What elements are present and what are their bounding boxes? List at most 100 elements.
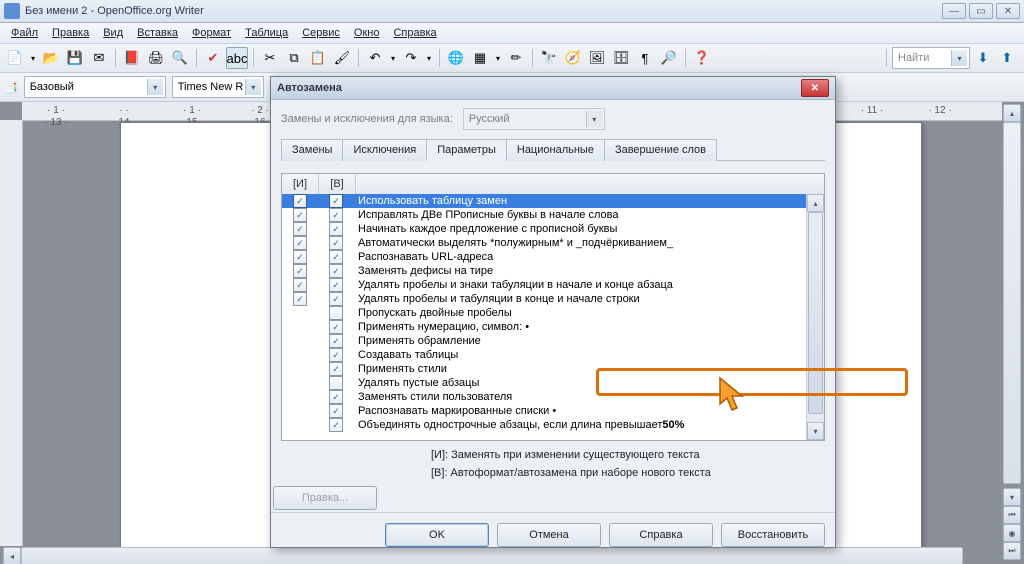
print-icon[interactable]: 🖨: [145, 47, 167, 69]
option-row[interactable]: Пропускать двойные пробелы: [282, 306, 807, 320]
option-row[interactable]: ✓Заменять стили пользователя: [282, 390, 807, 404]
help-icon[interactable]: ❓: [691, 47, 713, 69]
navigator-icon[interactable]: 🧭: [562, 47, 584, 69]
dropdown-icon[interactable]: ▾: [424, 47, 434, 69]
scroll-down-icon[interactable]: ▾: [807, 422, 824, 440]
option-row[interactable]: ✓Распознавать маркированные списки •: [282, 404, 807, 418]
font-name-combo[interactable]: Times New R▾: [172, 76, 264, 98]
pdf-icon[interactable]: 📕: [121, 47, 143, 69]
new-doc-icon[interactable]: 📄: [4, 47, 26, 69]
menu-help[interactable]: Справка: [386, 25, 443, 41]
preview-icon[interactable]: 🔍: [169, 47, 191, 69]
menu-format[interactable]: Формат: [185, 25, 238, 41]
col-header-m[interactable]: [И]: [282, 174, 319, 194]
find-icon[interactable]: 🔭: [538, 47, 560, 69]
checkbox-t[interactable]: ✓: [329, 208, 343, 222]
checkbox-t[interactable]: ✓: [329, 292, 343, 306]
checkbox-m[interactable]: ✓: [293, 194, 307, 208]
scroll-thumb[interactable]: [808, 212, 823, 414]
checkbox-t[interactable]: ✓: [329, 418, 343, 432]
tab-localized[interactable]: Национальные: [506, 139, 605, 161]
menu-tools[interactable]: Сервис: [295, 25, 347, 41]
option-row[interactable]: ✓✓Использовать таблицу замен: [282, 194, 807, 208]
reset-button[interactable]: Восстановить: [721, 523, 825, 547]
menu-edit[interactable]: Правка: [45, 25, 96, 41]
checkbox-t[interactable]: ✓: [329, 320, 343, 334]
open-icon[interactable]: 📂: [40, 47, 62, 69]
checkbox-t[interactable]: ✓: [329, 348, 343, 362]
minimize-button[interactable]: —: [942, 3, 966, 19]
option-row[interactable]: ✓✓Распознавать URL-адреса: [282, 250, 807, 264]
scroll-down-button[interactable]: ▾: [1003, 488, 1021, 506]
option-row[interactable]: Удалять пустые абзацы: [282, 376, 807, 390]
datasource-icon[interactable]: 🗄: [610, 47, 632, 69]
checkbox-t[interactable]: ✓: [329, 390, 343, 404]
checkbox-t[interactable]: ✓: [329, 278, 343, 292]
auto-spell-icon[interactable]: abc: [226, 47, 248, 69]
col-header-text[interactable]: [356, 174, 824, 194]
tab-wordcompletion[interactable]: Завершение слов: [604, 139, 717, 161]
menu-insert[interactable]: Вставка: [130, 25, 185, 41]
paste-icon[interactable]: 📋: [307, 47, 329, 69]
close-button[interactable]: ✕: [996, 3, 1020, 19]
checkbox-m[interactable]: ✓: [293, 236, 307, 250]
format-brush-icon[interactable]: 🖌: [331, 47, 353, 69]
dropdown-icon[interactable]: ▾: [388, 47, 398, 69]
spellcheck-icon[interactable]: ✔: [202, 47, 224, 69]
tab-options[interactable]: Параметры: [426, 139, 507, 161]
hyperlink-icon[interactable]: 🌐: [445, 47, 467, 69]
ok-button[interactable]: OK: [385, 523, 489, 547]
find-combo[interactable]: Найти▾: [892, 47, 970, 69]
menu-view[interactable]: Вид: [96, 25, 130, 41]
find-prev-icon[interactable]: ⬆: [996, 47, 1018, 69]
menu-file[interactable]: Файл: [4, 25, 45, 41]
option-row[interactable]: ✓Применять стили: [282, 362, 807, 376]
vertical-ruler[interactable]: [0, 120, 23, 546]
option-row[interactable]: ✓✓Автоматически выделять *полужирным* и …: [282, 236, 807, 250]
vertical-scrollbar[interactable]: [1003, 122, 1021, 484]
email-icon[interactable]: ✉: [88, 47, 110, 69]
prev-page-button[interactable]: ⏮: [1003, 506, 1021, 524]
option-row[interactable]: ✓✓Исправлять ДВе ПРописные буквы в начал…: [282, 208, 807, 222]
nav-button[interactable]: ◉: [1003, 524, 1021, 542]
checkbox-m[interactable]: ✓: [293, 222, 307, 236]
dropdown-icon[interactable]: ▾: [28, 47, 38, 69]
nonprint-icon[interactable]: ¶: [634, 47, 656, 69]
checkbox-t[interactable]: [329, 376, 343, 390]
checkbox-m[interactable]: ✓: [293, 208, 307, 222]
scroll-up-icon[interactable]: ▴: [807, 194, 824, 212]
checkbox-m[interactable]: ✓: [293, 278, 307, 292]
checkbox-t[interactable]: ✓: [329, 362, 343, 376]
draw-icon[interactable]: ✏: [505, 47, 527, 69]
paragraph-style-combo[interactable]: Базовый▾: [24, 76, 166, 98]
gallery-icon[interactable]: 🖼: [586, 47, 608, 69]
checkbox-t[interactable]: ✓: [329, 250, 343, 264]
undo-icon[interactable]: ↶: [364, 47, 386, 69]
menu-window[interactable]: Окно: [347, 25, 387, 41]
cut-icon[interactable]: ✂: [259, 47, 281, 69]
dropdown-icon[interactable]: ▾: [493, 47, 503, 69]
styles-icon[interactable]: 📑: [4, 81, 18, 94]
tab-replace[interactable]: Замены: [281, 139, 343, 161]
help-button[interactable]: Справка: [609, 523, 713, 547]
checkbox-t[interactable]: ✓: [329, 264, 343, 278]
next-page-button[interactable]: ⏭: [1003, 542, 1021, 560]
option-row[interactable]: ✓✓Удалять пробелы и табуляции в конце и …: [282, 292, 807, 306]
save-icon[interactable]: 💾: [64, 47, 86, 69]
table-icon[interactable]: ▦: [469, 47, 491, 69]
option-row[interactable]: ✓Применять обрамление: [282, 334, 807, 348]
checkbox-t[interactable]: ✓: [329, 334, 343, 348]
option-row[interactable]: ✓✓Удалять пробелы и знаки табуляции в на…: [282, 278, 807, 292]
scroll-up-button[interactable]: ▴: [1003, 104, 1021, 122]
checkbox-t[interactable]: ✓: [329, 194, 343, 208]
option-row[interactable]: ✓✓Заменять дефисы на тире: [282, 264, 807, 278]
checkbox-t[interactable]: ✓: [329, 404, 343, 418]
checkbox-t[interactable]: ✓: [329, 236, 343, 250]
maximize-button[interactable]: ▭: [969, 3, 993, 19]
zoom-icon[interactable]: 🔎: [658, 47, 680, 69]
checkbox-m[interactable]: ✓: [293, 250, 307, 264]
redo-icon[interactable]: ↷: [400, 47, 422, 69]
copy-icon[interactable]: ⧉: [283, 47, 305, 69]
option-row[interactable]: ✓Применять нумерацию, символ: •: [282, 320, 807, 334]
checkbox-m[interactable]: ✓: [293, 264, 307, 278]
